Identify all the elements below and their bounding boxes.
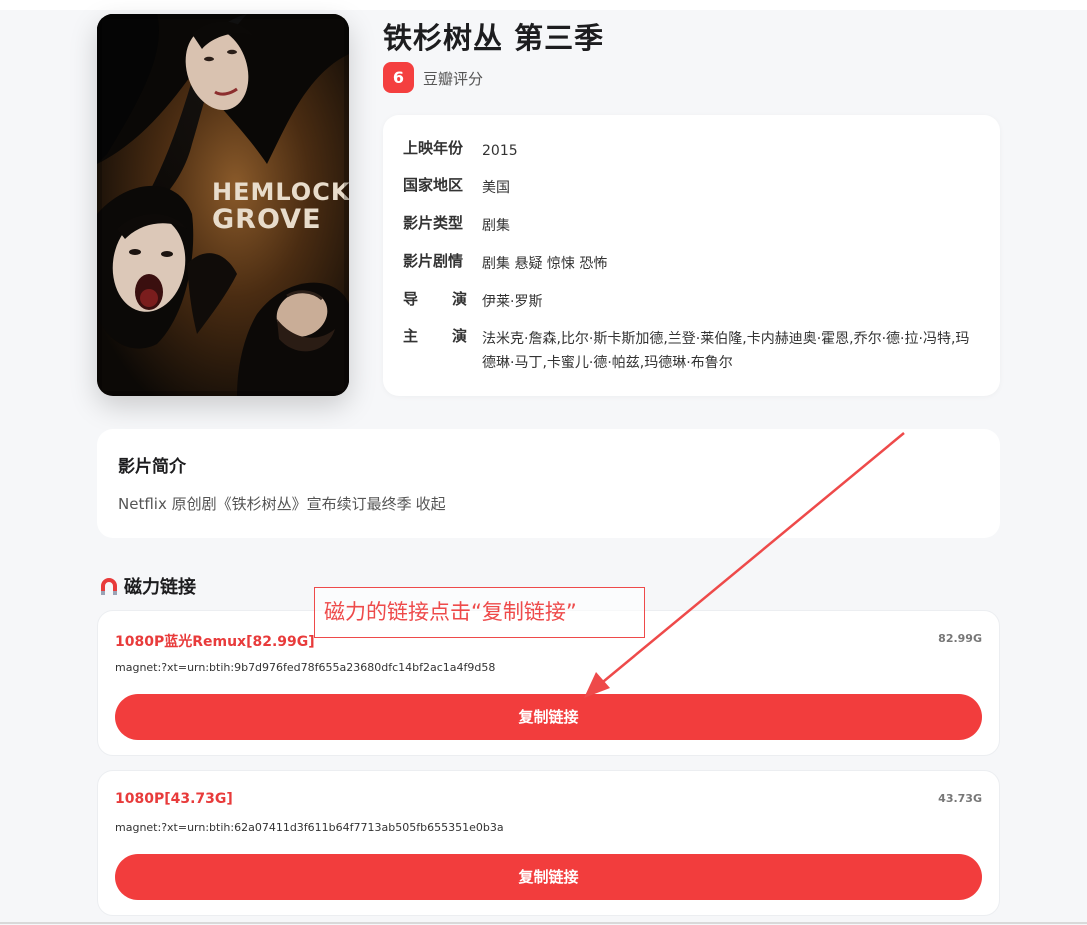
magnet-hash: magnet:?xt=urn:btih:9b7d976fed78f655a236… [115,661,496,674]
info-value: 剧集 [482,218,510,234]
intro-card: 影片简介 Netflix 原创剧《铁杉树丛》宣布续订最终季 收起 [97,429,1000,538]
poster-image: HEMLOCK GROVE [97,14,349,396]
info-value: 剧集 悬疑 惊悚 恐怖 [482,256,608,272]
intro-body: Netflix 原创剧《铁杉树丛》宣布续订最终季 [118,495,412,513]
link-size: 43.73G [938,792,982,805]
info-label: 主 演 [403,325,467,346]
annotation-callout: 磁力的链接点击“复制链接” [314,587,645,638]
info-value: 美国 [482,180,510,196]
info-label-char: 演 [451,290,467,308]
top-bar [0,0,1087,10]
info-value: 伊莱·罗斯 [482,294,543,310]
info-label: 国家地区 [403,176,464,194]
copy-link-button[interactable]: 复制链接 [115,694,982,740]
link-size: 82.99G [938,632,982,645]
magnet-hash: magnet:?xt=urn:btih:62a07411d3f611b64f77… [115,821,504,834]
magnet-icon [100,578,118,601]
poster-title-line1: HEMLOCK [212,178,349,206]
info-label: 导 演 [403,288,467,309]
info-label: 上映年份 [403,139,464,157]
bottom-divider [0,922,1087,924]
poster-title-line2: GROVE [212,204,322,235]
info-label: 影片类型 [403,214,464,232]
info-label: 影片剧情 [403,252,464,270]
copy-link-button[interactable]: 复制链接 [115,854,982,900]
info-label-char: 导 [403,290,419,308]
info-value: 法米克·詹森,比尔·斯卡斯加德,兰登·莱伯隆,卡内赫迪奥·霍恩,乔尔·德·拉·冯… [482,331,970,371]
magnet-section-label: 磁力链接 [124,577,196,598]
info-label-char: 主 [403,327,419,345]
info-value: 2015 [482,143,518,159]
intro-title: 影片简介 [118,457,186,477]
rating-label: 豆瓣评分 [423,70,484,88]
info-label-char: 演 [451,327,467,345]
magnet-link-card: 1080P[43.73G] 43.73G magnet:?xt=urn:btih… [97,770,1000,916]
page-title: 铁杉树丛 第三季 [383,21,605,55]
info-card: 上映年份 2015 国家地区 美国 影片类型 剧集 影片剧情 剧集 悬疑 惊悚 … [383,115,1000,396]
link-name: 1080P蓝光Remux[82.99G] [115,634,315,650]
link-name: 1080P[43.73G] [115,791,233,807]
collapse-toggle[interactable]: 收起 [416,495,446,513]
magnet-section-title: 磁力链接 [100,573,196,601]
intro-text: Netflix 原创剧《铁杉树丛》宣布续订最终季 收起 [118,493,446,514]
rating-badge: 6 [383,62,414,93]
